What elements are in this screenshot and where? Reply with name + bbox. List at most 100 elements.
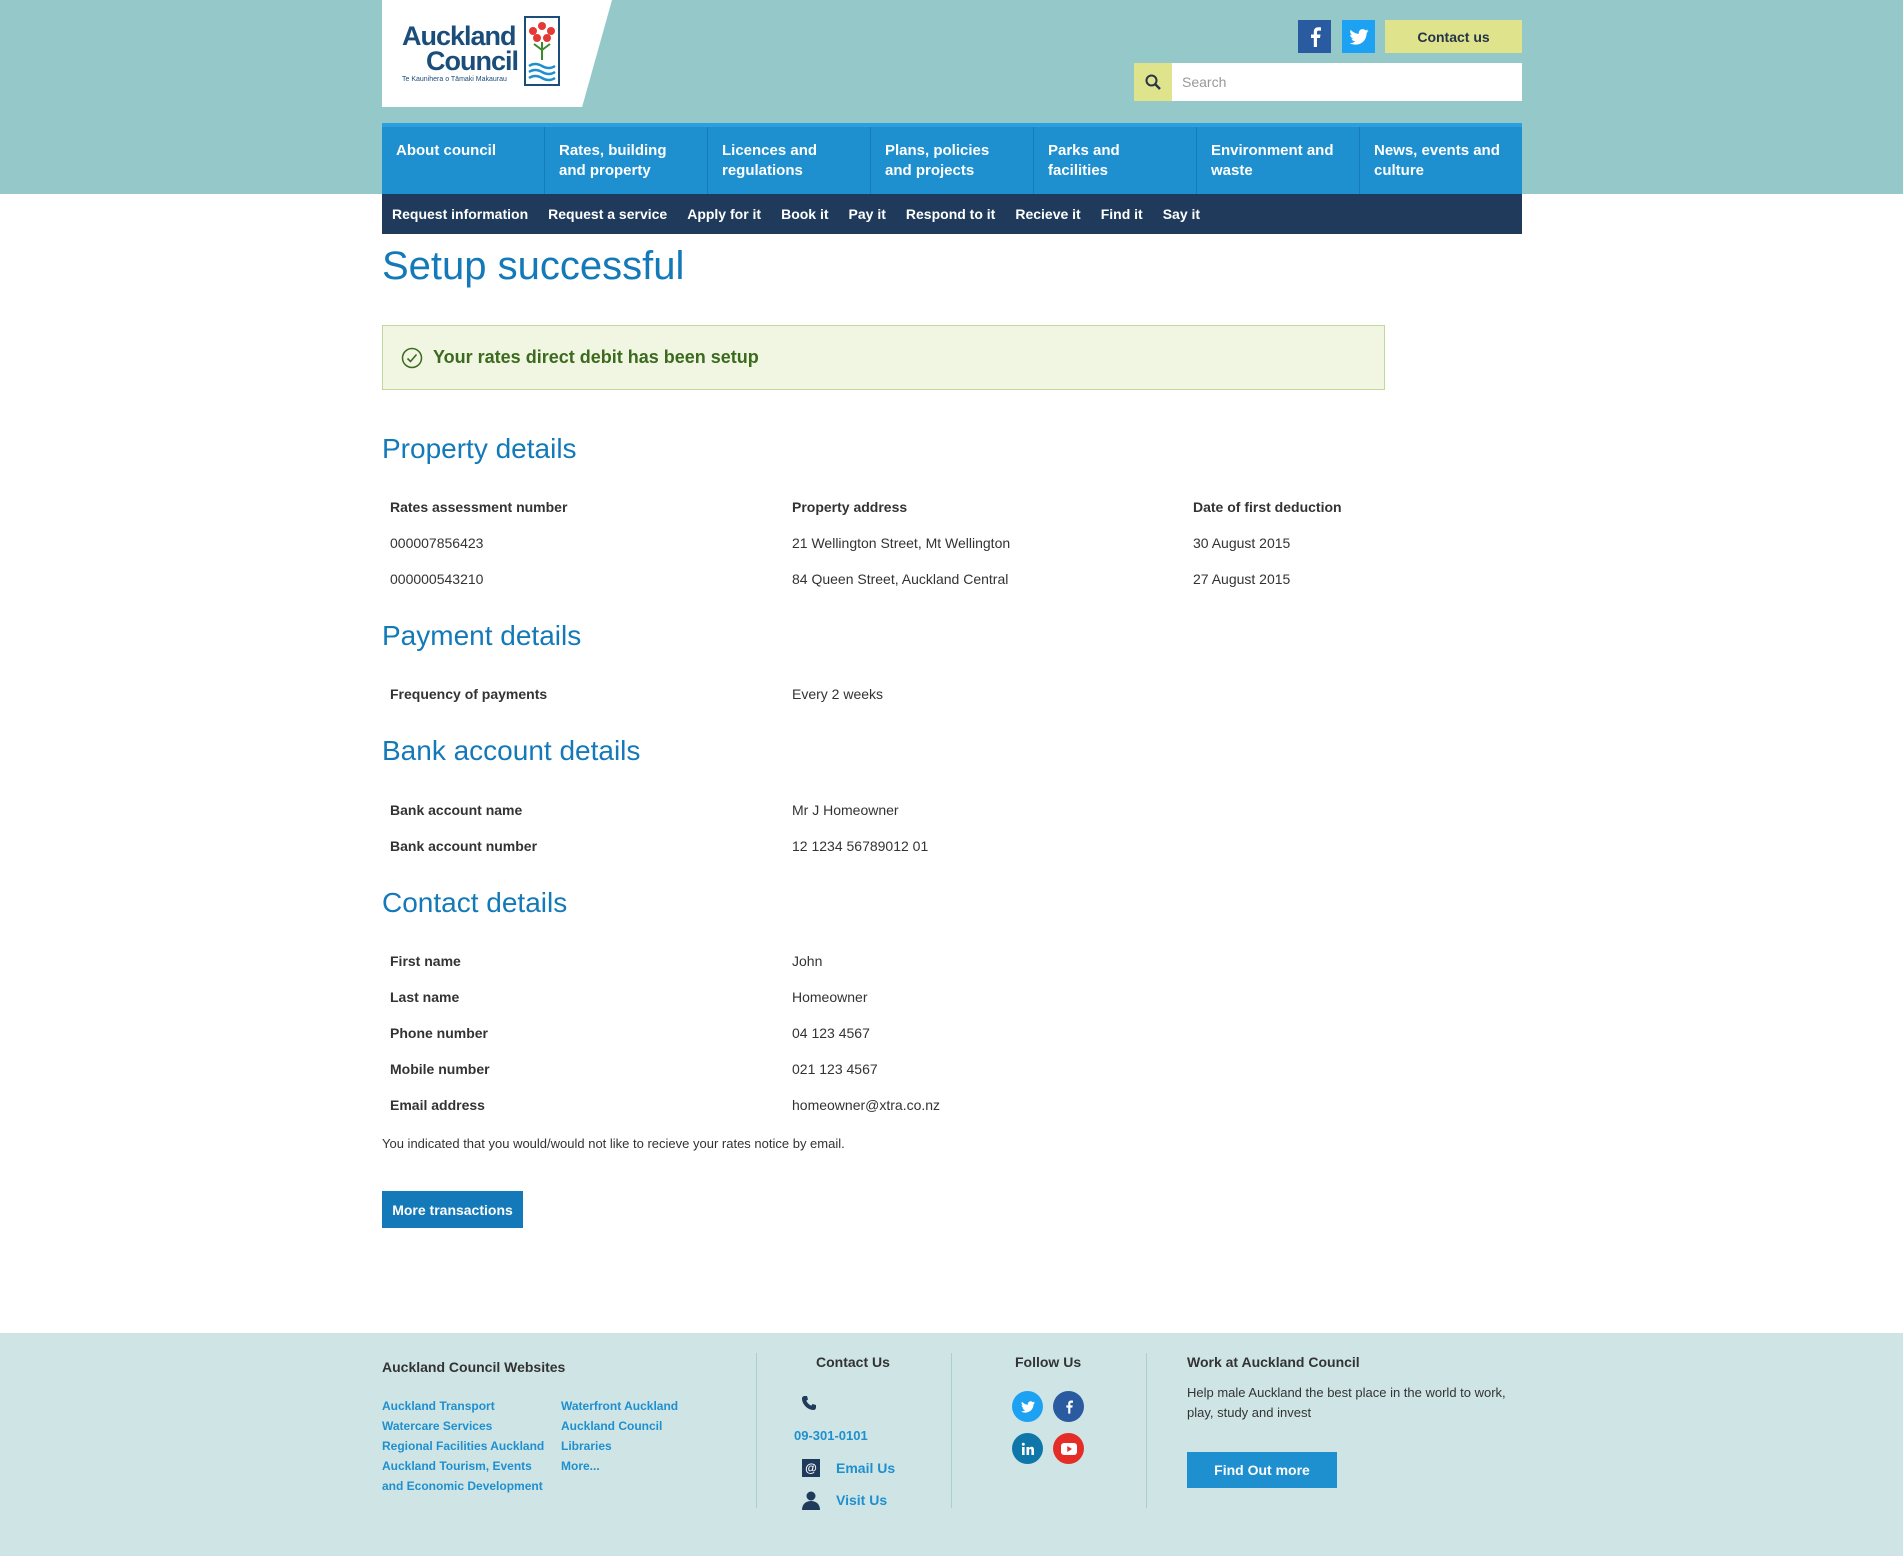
detail-value: John <box>792 953 823 969</box>
subnav-say-it[interactable]: Say it <box>1163 206 1200 222</box>
detail-row: Phone number 04 123 4567 <box>390 1025 1400 1045</box>
detail-label: Frequency of payments <box>390 686 548 702</box>
check-circle-icon <box>401 347 423 368</box>
property-table-header: Rates assessment number Property address… <box>390 499 1400 519</box>
table-cell: 84 Queen Street, Auckland Central <box>792 571 1009 587</box>
footer-link-more[interactable]: More... <box>561 1459 600 1473</box>
main-navigation: About council Rates, building and proper… <box>382 123 1522 194</box>
person-icon <box>802 1491 820 1510</box>
footer-divider <box>756 1353 757 1508</box>
footer-websites-heading: Auckland Council Websites <box>382 1359 566 1375</box>
logo-tagline: Te Kaunihera o Tāmaki Makaurau <box>402 76 507 83</box>
subnav-find-it[interactable]: Find it <box>1101 206 1143 222</box>
detail-label: Bank account name <box>390 802 523 818</box>
table-cell: 21 Wellington Street, Mt Wellington <box>792 535 1011 551</box>
detail-row: Bank account number 12 1234 56789012 01 <box>390 838 1400 858</box>
success-message: Your rates direct debit has been setup <box>433 347 759 367</box>
bank-details-heading: Bank account details <box>382 735 641 766</box>
detail-row: First name John <box>390 953 1400 973</box>
footer-email-link[interactable]: Email Us <box>836 1460 895 1476</box>
contact-details-heading: Contact details <box>382 887 568 918</box>
footer-link[interactable]: Auckland Council <box>561 1419 662 1433</box>
footer-link[interactable]: Auckland Tourism, Events <box>382 1459 532 1473</box>
detail-row: Frequency of payments Every 2 weeks <box>390 686 1400 706</box>
table-cell: 000000543210 <box>390 571 484 587</box>
table-cell: 30 August 2015 <box>1193 535 1291 551</box>
payment-details-heading: Payment details <box>382 620 582 651</box>
footer-link[interactable]: and Economic Development <box>382 1479 543 1493</box>
footer-link[interactable]: Waterfront Auckland <box>561 1399 678 1413</box>
detail-value: homeowner@xtra.co.nz <box>792 1097 941 1113</box>
column-header: Property address <box>792 499 908 515</box>
footer-phone-link[interactable]: 09-301-0101 <box>794 1428 868 1443</box>
search-icon[interactable] <box>1134 63 1172 101</box>
subnav-request-service[interactable]: Request a service <box>548 206 667 222</box>
footer-work-text: Help male Auckland the best place in the… <box>1187 1385 1506 1420</box>
nav-about-council[interactable]: About council <box>382 127 545 194</box>
column-header: Rates assessment number <box>390 499 568 515</box>
detail-value: Mr J Homeowner <box>792 802 899 818</box>
detail-label: Email address <box>390 1097 485 1113</box>
detail-value: 12 1234 56789012 01 <box>792 838 929 854</box>
subnav-pay-it[interactable]: Pay it <box>849 206 886 222</box>
footer-follow-heading: Follow Us <box>1015 1354 1082 1370</box>
property-details-heading: Property details <box>382 433 577 464</box>
nav-news-events-culture[interactable]: News, events and culture <box>1360 127 1522 194</box>
detail-value: 04 123 4567 <box>792 1025 870 1041</box>
table-cell: 000007856423 <box>390 535 484 551</box>
detail-row: Bank account name Mr J Homeowner <box>390 802 1400 822</box>
facebook-icon[interactable] <box>1298 20 1331 53</box>
detail-value: Every 2 weeks <box>792 686 884 702</box>
table-row: 000007856423 21 Wellington Street, Mt We… <box>390 535 1400 555</box>
detail-row: Last name Homeowner <box>390 989 1400 1009</box>
footer-divider <box>951 1353 952 1508</box>
subnav-apply-for-it[interactable]: Apply for it <box>687 206 761 222</box>
sub-navigation: Request information Request a service Ap… <box>382 194 1522 234</box>
nav-plans-policies-projects[interactable]: Plans, policies and projects <box>871 127 1034 194</box>
logo-line-2: Council <box>426 46 519 76</box>
more-transactions-button[interactable]: More transactions <box>382 1191 523 1228</box>
email-preference-note: You indicated that you would/would not l… <box>382 1136 845 1151</box>
footer-facebook-icon[interactable] <box>1053 1391 1084 1422</box>
detail-row: Email address homeowner@xtra.co.nz <box>390 1097 1400 1117</box>
footer-youtube-icon[interactable] <box>1053 1433 1084 1464</box>
footer-link[interactable]: Watercare Services <box>382 1419 492 1433</box>
footer-twitter-icon[interactable] <box>1012 1391 1043 1422</box>
footer-visit-link[interactable]: Visit Us <box>836 1492 887 1508</box>
footer-work-heading: Work at Auckland Council <box>1187 1354 1360 1370</box>
detail-label: First name <box>390 953 461 969</box>
twitter-icon[interactable] <box>1342 20 1375 53</box>
subnav-respond-to-it[interactable]: Respond to it <box>906 206 995 222</box>
column-header: Date of first deduction <box>1193 499 1342 515</box>
nav-licences-regulations[interactable]: Licences and regulations <box>708 127 871 194</box>
contact-us-button[interactable]: Contact us <box>1385 20 1522 53</box>
detail-value: Homeowner <box>792 989 868 1005</box>
subnav-book-it[interactable]: Book it <box>781 206 828 222</box>
detail-label: Phone number <box>390 1025 489 1041</box>
nav-environment-waste[interactable]: Environment and waste <box>1197 127 1360 194</box>
footer-divider <box>1146 1353 1147 1508</box>
table-cell: 27 August 2015 <box>1193 571 1291 587</box>
find-out-more-button[interactable]: Find Out more <box>1187 1452 1337 1488</box>
footer-contact-heading: Contact Us <box>816 1354 890 1370</box>
detail-value: 021 123 4567 <box>792 1061 878 1077</box>
email-icon: @ <box>802 1459 820 1477</box>
detail-label: Last name <box>390 989 460 1005</box>
page-title: Setup successful <box>382 244 685 288</box>
success-alert: Your rates direct debit has been setup <box>382 325 1385 390</box>
phone-icon <box>802 1396 816 1410</box>
nav-parks-facilities[interactable]: Parks and facilities <box>1034 127 1197 194</box>
detail-label: Bank account number <box>390 838 538 854</box>
footer-link[interactable]: Libraries <box>561 1439 612 1453</box>
footer-link[interactable]: Auckland Transport <box>382 1399 495 1413</box>
nav-rates-building-property[interactable]: Rates, building and property <box>545 127 708 194</box>
footer-linkedin-icon[interactable] <box>1012 1433 1043 1464</box>
site-footer: Auckland Council Websites Auckland Trans… <box>0 1333 1903 1556</box>
footer-link[interactable]: Regional Facilities Auckland <box>382 1439 544 1453</box>
site-logo[interactable]: Auckland Council Te Kaunihera o Tāmaki M… <box>382 0 612 107</box>
pohutukawa-emblem-icon <box>524 16 560 86</box>
search-input[interactable] <box>1172 63 1522 101</box>
subnav-request-information[interactable]: Request information <box>392 206 528 222</box>
subnav-recieve-it[interactable]: Recieve it <box>1015 206 1080 222</box>
detail-label: Mobile number <box>390 1061 490 1077</box>
